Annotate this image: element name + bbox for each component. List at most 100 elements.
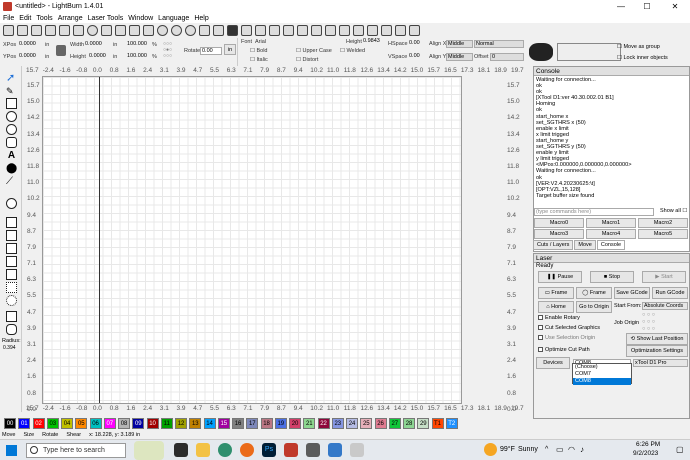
show-last-position-button[interactable]: ⟲ Show Last Position: [626, 333, 688, 345]
optimization-settings-button[interactable]: Optimization Settings: [626, 345, 688, 357]
optimize-cut-path-checkbox[interactable]: Optimize Cut Path: [538, 347, 590, 353]
palette-swatch[interactable]: 23: [331, 418, 344, 429]
palette-swatch[interactable]: 24: [346, 418, 359, 429]
windows-start-icon[interactable]: [6, 445, 17, 456]
palette-swatch[interactable]: 13: [189, 418, 202, 429]
italic-checkbox[interactable]: ☐ Italic: [250, 57, 268, 63]
macro0-button[interactable]: Macro0: [534, 218, 584, 228]
close-path-icon[interactable]: [6, 311, 17, 322]
palette-swatch[interactable]: 12: [175, 418, 188, 429]
save-gcode-button[interactable]: Save GCode: [614, 287, 650, 299]
palette-swatch[interactable]: 01: [18, 418, 31, 429]
tab-console[interactable]: Console: [596, 240, 626, 250]
redo-icon[interactable]: [87, 25, 98, 36]
pan-icon[interactable]: [199, 25, 210, 36]
units-toggle-button[interactable]: in: [224, 44, 236, 55]
taskbar-search-box[interactable]: Type here to search: [26, 443, 126, 458]
macro2-button[interactable]: Macro2: [638, 218, 688, 228]
boolean-union-icon[interactable]: [6, 230, 17, 241]
offset-field[interactable]: 0: [490, 53, 524, 61]
mirror-icon[interactable]: [339, 25, 350, 36]
palette-swatch[interactable]: 11: [160, 418, 173, 429]
group-icon[interactable]: [297, 25, 308, 36]
volume-icon[interactable]: ♪: [580, 445, 584, 454]
task-view-icon[interactable]: [174, 443, 188, 457]
scale-height-field[interactable]: 100.000: [126, 53, 150, 61]
distort-checkbox[interactable]: ☐ Distort: [296, 57, 318, 63]
position-laser-icon[interactable]: ⬤: [6, 163, 17, 174]
palette-swatch[interactable]: 26: [374, 418, 387, 429]
menu-arrange[interactable]: Arrange: [58, 15, 83, 22]
file-explorer-icon[interactable]: [196, 443, 210, 457]
palette-swatch[interactable]: 28: [403, 418, 416, 429]
palette-swatch[interactable]: 22: [317, 418, 330, 429]
port-option-com7[interactable]: COM7: [573, 371, 631, 378]
circular-array-icon[interactable]: [6, 282, 17, 293]
palette-swatch[interactable]: T2: [445, 418, 458, 429]
start-from-select[interactable]: Absolute Coords: [642, 302, 688, 310]
welded-checkbox[interactable]: ☐ Welded: [340, 48, 365, 54]
edit-nodes-icon[interactable]: ✎: [6, 86, 17, 97]
start-button[interactable]: ▶ Start: [642, 271, 686, 283]
palette-swatch[interactable]: 00: [4, 418, 17, 429]
text-mode-select[interactable]: Normal: [474, 40, 524, 48]
font-select[interactable]: Arial: [255, 39, 266, 45]
lock-icon[interactable]: [56, 45, 66, 56]
palette-swatch[interactable]: 25: [360, 418, 373, 429]
delete-icon[interactable]: [143, 25, 154, 36]
app-taskbar-icon-3[interactable]: [350, 443, 364, 457]
open-icon[interactable]: [3, 25, 14, 36]
undo-icon[interactable]: [73, 25, 84, 36]
arrange-icon[interactable]: [353, 25, 364, 36]
cut-selected-checkbox[interactable]: Cut Selected Graphics: [538, 325, 600, 331]
cut-icon[interactable]: [101, 25, 112, 36]
width-field[interactable]: 0.0000: [84, 41, 110, 49]
palette-swatch[interactable]: T1: [431, 418, 444, 429]
break-apart-icon[interactable]: [6, 295, 17, 306]
zoom-fit-icon[interactable]: [185, 25, 196, 36]
menu-help[interactable]: Help: [194, 15, 208, 22]
frame-select-icon[interactable]: [213, 25, 224, 36]
macro4-button[interactable]: Macro4: [586, 229, 636, 239]
palette-swatch[interactable]: 27: [388, 418, 401, 429]
menu-edit[interactable]: Edit: [19, 15, 31, 22]
nest-icon[interactable]: [367, 25, 378, 36]
use-selection-origin-checkbox[interactable]: Use Selection Origin: [538, 335, 595, 341]
ypos-field[interactable]: 0.0000: [18, 53, 42, 61]
boolean-subtract-icon[interactable]: [6, 243, 17, 254]
close-button[interactable]: ✕: [664, 0, 686, 13]
clock-date[interactable]: 9/2/2023: [633, 450, 658, 457]
palette-swatch[interactable]: 29: [417, 418, 430, 429]
palette-swatch[interactable]: 21: [303, 418, 316, 429]
port-option-choose[interactable]: (Choose): [573, 364, 631, 371]
lock-inner-objects-checkbox[interactable]: ☐ Lock inner objects: [617, 55, 668, 61]
frame-circle-button[interactable]: ◯ Frame: [576, 287, 612, 299]
align-x-select[interactable]: Middle: [446, 40, 473, 48]
device-select[interactable]: xTool D1 Pro: [633, 359, 688, 367]
zoom-in-icon[interactable]: [157, 25, 168, 36]
arrange-tools-icon[interactable]: [557, 43, 621, 61]
port-dropdown[interactable]: (Choose) COM7 COM8: [572, 363, 632, 385]
ungroup-icon[interactable]: [311, 25, 322, 36]
macro1-button[interactable]: Macro1: [586, 218, 636, 228]
bold-checkbox[interactable]: ☐ Bold: [250, 48, 267, 54]
snap-icon[interactable]: [409, 25, 420, 36]
palette-swatch[interactable]: 15: [217, 418, 230, 429]
show-all-checkbox[interactable]: Show all ☐: [660, 208, 687, 214]
menu-window[interactable]: Window: [128, 15, 153, 22]
macro5-button[interactable]: Macro5: [638, 229, 688, 239]
boolean-intersect-icon[interactable]: [6, 256, 17, 267]
macro3-button[interactable]: Macro3: [534, 229, 584, 239]
import-icon[interactable]: [45, 25, 56, 36]
xpos-field[interactable]: 0.0000: [18, 41, 42, 49]
rotate-icon[interactable]: [381, 25, 392, 36]
array-icon[interactable]: [395, 25, 406, 36]
app-taskbar-icon-2[interactable]: [328, 443, 342, 457]
tab-cuts-layers[interactable]: Cuts / Layers: [533, 240, 574, 250]
hspace-field[interactable]: 0.00: [408, 40, 426, 48]
palette-swatch[interactable]: 08: [118, 418, 131, 429]
palette-swatch[interactable]: 16: [232, 418, 245, 429]
photoshop-icon[interactable]: Ps: [262, 443, 276, 457]
clock-time[interactable]: 6:26 PM: [636, 441, 660, 448]
weather-sun-icon[interactable]: [484, 443, 497, 456]
